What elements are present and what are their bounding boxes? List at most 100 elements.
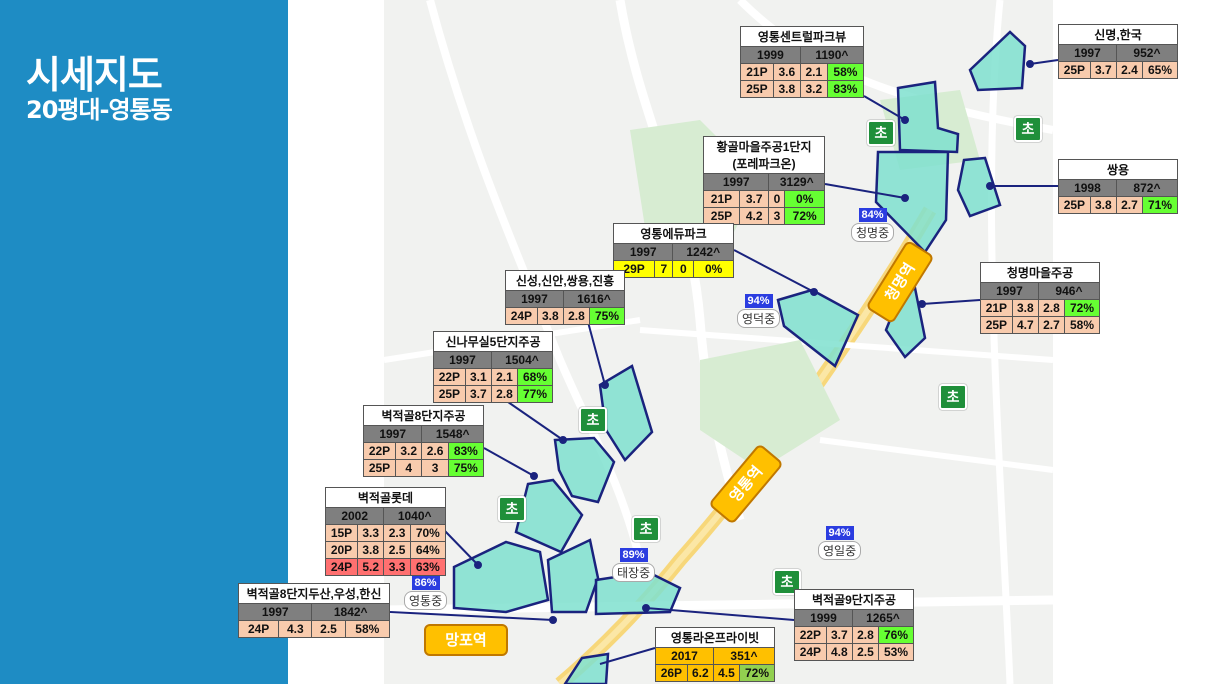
middle-school-yeongil[interactable]: 94% 영일중: [818, 526, 862, 560]
pyeong: 26P: [655, 664, 688, 682]
complex-table-byeokjeokgol8[interactable]: 벽적골8단지주공 1997 1548^ 22P 3.2 2.6 83% 25P 4 3 75%: [362, 405, 485, 477]
complex-table-byeokjeokgol9[interactable]: 벽적골9단지주공 1999 1265^ 22P 3.7 2.8 76% 24P 4.8 2.…: [794, 589, 915, 661]
price: 6.2: [686, 664, 714, 682]
road: [819, 437, 1054, 473]
ratio: 72%: [784, 207, 825, 225]
elementary-school-icon[interactable]: 초: [867, 120, 895, 146]
leader-line: [389, 611, 554, 621]
complex-name: 쌍용: [1058, 159, 1178, 180]
pyeong: 25P: [433, 385, 466, 403]
pyeong: 21P: [703, 190, 740, 208]
pyeong: 25P: [703, 207, 740, 225]
ratio: 76%: [878, 626, 914, 644]
jeonse: 2.8: [1037, 299, 1066, 317]
complex-units: 872^: [1115, 179, 1179, 197]
ratio: 58%: [1064, 316, 1100, 334]
pyeong: 20P: [324, 541, 359, 559]
middle-school-taejang[interactable]: 89% 태장중: [612, 548, 656, 582]
ratio: 70%: [409, 524, 447, 542]
complex-year: 1999: [740, 46, 801, 64]
price: 3.8: [772, 80, 801, 98]
pyeong: 24P: [324, 558, 359, 576]
pyeong: 22P: [362, 442, 397, 460]
price: 4: [395, 459, 423, 477]
jeonse: 2.5: [851, 643, 880, 661]
complex-table-raon-private[interactable]: 영통라온프라이빗 2017 351^ 26P 6.2 4.5 72%: [655, 627, 776, 682]
pyeong: 21P: [740, 63, 774, 81]
price: 3.8: [1089, 196, 1117, 214]
complex-year: 1998: [1058, 179, 1117, 197]
jeonse: 2.5: [383, 541, 411, 559]
complex-table-sinseong[interactable]: 신성,신안,쌍용,진흥 1997 1616^ 24P 3.8 2.8 75%: [505, 270, 626, 325]
leader-dot: [474, 561, 482, 569]
ratio: 65%: [1142, 61, 1178, 79]
jeonse: 2.8: [490, 385, 518, 403]
ratio: 64%: [409, 541, 447, 559]
complex-name: 벽적골9단지주공: [794, 589, 914, 610]
complex-table-sinnamusil5[interactable]: 신나무실5단지주공 1997 1504^ 22P 3.1 2.1 68% 25P 3.7 2…: [433, 331, 554, 403]
price: 3.8: [357, 541, 385, 559]
middle-school-yeongdeok[interactable]: 94% 영덕중: [737, 294, 781, 328]
admission-rate: 89%: [619, 548, 648, 562]
price: 3.2: [395, 442, 423, 460]
elementary-school-icon[interactable]: 초: [939, 384, 967, 410]
elementary-school-icon[interactable]: 초: [498, 496, 526, 522]
complex-table-sinmyeong-hanguk[interactable]: 신명,한국 1997 952^ 25P 3.7 2.4 65%: [1058, 24, 1179, 79]
complex-table-hwanggol-jugong1[interactable]: 황골마을주공1단지 (포레파크온) 1997 3129^ 21P 3.7 0 0% 25P…: [702, 136, 825, 225]
complex-name: 황골마을주공1단지 (포레파크온): [703, 136, 825, 174]
complex-name-line1: 황골마을주공1단지: [716, 140, 812, 154]
price: 3.8: [536, 307, 564, 325]
school-name: 영통중: [404, 591, 448, 610]
leader-line: [733, 249, 815, 293]
pyeong: 21P: [980, 299, 1013, 317]
ratio: 0%: [693, 260, 734, 278]
elementary-school-icon[interactable]: 초: [632, 516, 660, 542]
complex-name: 벽적골8단지주공: [363, 405, 484, 426]
complex-table-cheongmyeong[interactable]: 청명마을주공 1997 946^ 21P 3.8 2.8 72% 25P 4.7 2.7 58…: [980, 262, 1101, 334]
complex-table-byeokjeokgol-lotte[interactable]: 벽적골롯데 2002 1040^ 15P 3.3 2.3 70% 20P 3.8 2.5 64…: [324, 487, 447, 576]
complex-units: 1616^: [562, 290, 626, 308]
station-mangpo[interactable]: 망포역: [424, 624, 508, 656]
complex-table-edu-park[interactable]: 영통에듀파크 1997 1242^ 29P 7 0 0%: [612, 223, 734, 278]
leader-dot: [601, 381, 609, 389]
middle-school-cheongmyeong[interactable]: 84% 청명중: [851, 208, 895, 242]
price: 3.6: [772, 63, 801, 81]
leader-line: [1029, 59, 1059, 65]
complex-name: 벽적골롯데: [325, 487, 446, 508]
jeonse: 2.1: [490, 368, 518, 386]
school-name: 청명중: [851, 223, 895, 242]
complex-units: 3129^: [768, 173, 825, 191]
pyeong: 22P: [794, 626, 827, 644]
elementary-school-icon[interactable]: 초: [1014, 116, 1042, 142]
complex-units: 1190^: [799, 46, 865, 64]
leader-dot: [559, 436, 567, 444]
complex-table-central-park-view[interactable]: 영통센트럴파크뷰 1999 1190^ 21P 3.6 2.1 58% 25P 3.8 3.…: [740, 26, 865, 98]
leader-line: [645, 607, 795, 621]
complex-area-byeokjeokgol-lotte[interactable]: [452, 540, 550, 614]
leader-line: [587, 321, 606, 386]
complex-table-ssangyong[interactable]: 쌍용 1998 872^ 25P 3.8 2.7 71%: [1058, 159, 1179, 214]
ratio: 72%: [739, 664, 775, 682]
complex-year: 1997: [1058, 44, 1117, 62]
leader-dot: [530, 472, 538, 480]
complex-area-sinseong[interactable]: [598, 364, 654, 463]
road: [987, 0, 1014, 684]
complex-year: 1997: [237, 603, 313, 621]
complex-name: 신나무실5단지주공: [433, 331, 553, 352]
middle-school-yeongtong[interactable]: 86% 영통중: [404, 576, 448, 610]
complex-name: 신명,한국: [1058, 24, 1178, 45]
complex-name: 청명마을주공: [980, 262, 1100, 283]
elementary-school-icon[interactable]: 초: [579, 407, 607, 433]
leader-dot: [901, 116, 909, 124]
complex-table-byeokjeokgol8-dusan[interactable]: 벽적골8단지두산,우성,한신 1997 1842^ 24P 4.3 2.5 58%: [237, 583, 391, 638]
ratio: 63%: [409, 558, 447, 576]
leader-dot: [810, 288, 818, 296]
pyeong: 24P: [794, 643, 827, 661]
jeonse: 2.8: [562, 307, 590, 325]
complex-year: 2017: [655, 647, 714, 665]
ratio: 83%: [826, 80, 865, 98]
ratio: 83%: [447, 442, 485, 460]
jeonse: 2.6: [421, 442, 449, 460]
pyeong: 24P: [237, 620, 280, 638]
leader-dot: [642, 604, 650, 612]
